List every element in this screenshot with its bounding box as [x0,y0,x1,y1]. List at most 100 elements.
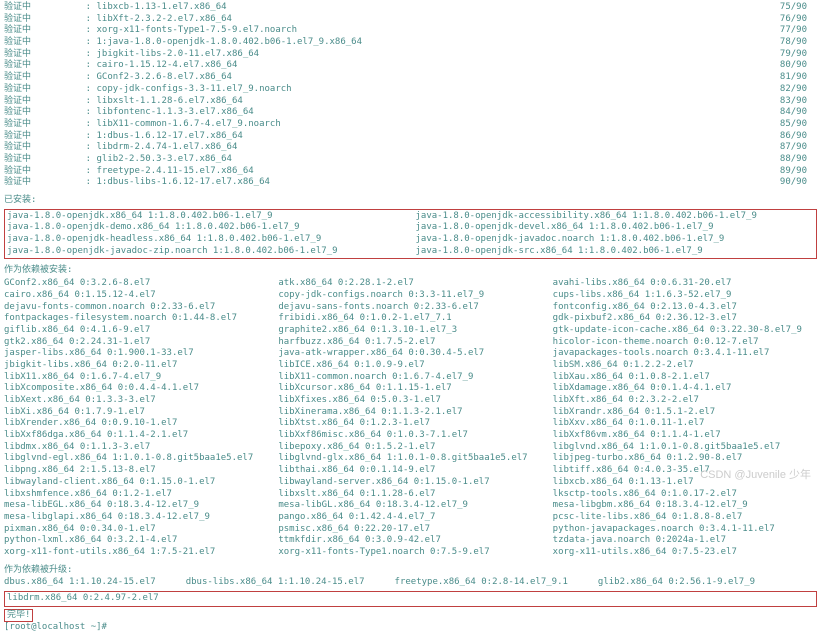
dep-item: jasper-libs.x86_64 0:1.900.1-33.el7 [4,348,268,360]
verify-row: 验证中 : 1:java-1.8.0-openjdk-1.8.0.402.b06… [4,37,817,49]
dep-item: python-javapackages.noarch 0:3.4.1-11.el… [553,524,817,536]
verify-row: 验证中 : cairo-1.15.12-4.el7.x86_6480/90 [4,60,817,72]
installed-item: java-1.8.0-openjdk-devel.x86_64 1:1.8.0.… [416,222,815,234]
dep-item: mesa-libGL.x86_64 0:18.3.4-12.el7_9 [278,500,542,512]
verify-row: 验证中 : jbigkit-libs-2.0-11.el7.x86_6479/9… [4,49,817,61]
dep-item: pango.x86_64 0:1.42.4-4.el7_7 [278,512,542,524]
dep-item: avahi-libs.x86_64 0:0.6.31-20.el7 [553,278,817,290]
upgraded-item: dbus-libs.x86_64 1:1.10.24-15.el7 [186,577,365,589]
verify-row: 验证中 : 1:dbus-1.6.12-17.el7.x86_6486/90 [4,131,817,143]
verify-row: 验证中 : libxcb-1.13-1.el7.x86_6475/90 [4,2,817,14]
dep-item: hicolor-icon-theme.noarch 0:0.12-7.el7 [553,337,817,349]
dep-item: dejavu-fonts-common.noarch 0:2.33-6.el7 [4,302,268,314]
dep-item: mesa-libglapi.x86_64 0:18.3.4-12.el7_9 [4,512,268,524]
dep-item: libepoxy.x86_64 0:1.5.2-1.el7 [278,442,542,454]
verify-row: 验证中 : glib2-2.50.3-3.el7.x86_6488/90 [4,154,817,166]
dep-item: jbigkit-libs.x86_64 0:2.0-11.el7 [4,360,268,372]
dep-item: libglvnd-egl.x86_64 1:1.0.1-0.8.git5baa1… [4,453,268,465]
verify-row: 验证中 : 1:dbus-libs-1.6.12-17.el7.x86_6490… [4,177,817,189]
dep-item: libXtst.x86_64 0:1.2.3-1.el7 [278,418,542,430]
dep-item: libXinerama.x86_64 0:1.1.3-2.1.el7 [278,407,542,419]
dep-item: libICE.x86_64 0:1.0.9-9.el7 [278,360,542,372]
dep-item: gtk-update-icon-cache.x86_64 0:3.22.30-8… [553,325,817,337]
upgraded-item: freetype.x86_64 0:2.8-14.el7_9.1 [395,577,568,589]
dep-item: harfbuzz.x86_64 0:1.7.5-2.el7 [278,337,542,349]
dep-item: pixman.x86_64 0:0.34.0-1.el7 [4,524,268,536]
dep-item: mesa-libgbm.x86_64 0:18.3.4-12.el7_9 [553,500,817,512]
dep-item: libglvnd.x86_64 1:1.0.1-0.8.git5baa1e5.e… [553,442,817,454]
upgraded-header: 作为依赖被升级: [4,565,817,577]
dep-item: libXext.x86_64 0:1.3.3-3.el7 [4,395,268,407]
dep-item: psmisc.x86_64 0:22.20-17.el7 [278,524,542,536]
installed-item: java-1.8.0-openjdk-src.x86_64 1:1.8.0.40… [416,246,815,258]
verify-row: 验证中 : libXft-2.3.2-2.el7.x86_6476/90 [4,14,817,26]
dep-item: libjpeg-turbo.x86_64 0:1.2.90-8.el7 [553,453,817,465]
dep-item: libXxf86vm.x86_64 0:1.1.4-1.el7 [553,430,817,442]
upgraded-box: libdrm.x86_64 0:2.4.97-2.el7 [4,591,817,607]
verify-row: 验证中 : copy-jdk-configs-3.3-11.el7_9.noar… [4,84,817,96]
installed-item: java-1.8.0-openjdk-accessibility.x86_64 … [416,211,815,223]
complete-label: 完毕! [4,609,33,623]
dep-item: xorg-x11-utils.x86_64 0:7.5-23.el7 [553,547,817,559]
shell-prompt[interactable]: [root@localhost ~]# [4,622,817,634]
verify-row: 验证中 : GConf2-3.2.6-8.el7.x86_6481/90 [4,72,817,84]
verify-row: 验证中 : libxslt-1.1.28-6.el7.x86_6483/90 [4,96,817,108]
dep-item: libXcomposite.x86_64 0:0.4.4-4.1.el7 [4,383,268,395]
dep-item: libxslt.x86_64 0:1.1.28-6.el7 [278,489,542,501]
dep-item: libwayland-server.x86_64 0:1.15.0-1.el7 [278,477,542,489]
dep-item: graphite2.x86_64 0:1.3.10-1.el7_3 [278,325,542,337]
verify-row: 验证中 : libdrm-2.4.74-1.el7.x86_6487/90 [4,142,817,154]
verify-row: 验证中 : libX11-common-1.6.7-4.el7_9.noarch… [4,119,817,131]
deps-header: 作为依赖被安装: [4,265,817,277]
dep-item: libpng.x86_64 2:1.5.13-8.el7 [4,465,268,477]
dep-item: libX11-common.noarch 0:1.6.7-4.el7_9 [278,372,542,384]
dep-item: pcsc-lite-libs.x86_64 0:1.8.8-8.el7 [553,512,817,524]
upgraded-line2: libdrm.x86_64 0:2.4.97-2.el7 [7,593,814,605]
dep-item: libXxf86misc.x86_64 0:1.0.3-7.1.el7 [278,430,542,442]
dep-item: libX11.x86_64 0:1.6.7-4.el7_9 [4,372,268,384]
dep-item: libthai.x86_64 0:0.1.14-9.el7 [278,465,542,477]
dep-item: giflib.x86_64 0:4.1.6-9.el7 [4,325,268,337]
dep-item: libXrender.x86_64 0:0.9.10-1.el7 [4,418,268,430]
dep-item: fontpackages-filesystem.noarch 0:1.44-8.… [4,313,268,325]
installed-item: java-1.8.0-openjdk.x86_64 1:1.8.0.402.b0… [7,211,406,223]
dep-item: dejavu-sans-fonts.noarch 0:2.33-6.el7 [278,302,542,314]
upgraded-item: dbus.x86_64 1:1.10.24-15.el7 [4,577,156,589]
verify-row: 验证中 : libfontenc-1.1.3-3.el7.x86_6484/90 [4,107,817,119]
dep-item: ttmkfdir.x86_64 0:3.0.9-42.el7 [278,535,542,547]
dep-item: cups-libs.x86_64 1:1.6.3-52.el7_9 [553,290,817,302]
dep-item: GConf2.x86_64 0:3.2.6-8.el7 [4,278,268,290]
verify-row: 验证中 : xorg-x11-fonts-Type1-7.5-9.el7.noa… [4,25,817,37]
dep-item: libXft.x86_64 0:2.3.2-2.el7 [553,395,817,407]
dep-item: xorg-x11-font-utils.x86_64 1:7.5-21.el7 [4,547,268,559]
installed-item: java-1.8.0-openjdk-demo.x86_64 1:1.8.0.4… [7,222,406,234]
dep-item: cairo.x86_64 0:1.15.12-4.el7 [4,290,268,302]
dep-item: libXcursor.x86_64 0:1.1.15-1.el7 [278,383,542,395]
dep-item: libwayland-client.x86_64 0:1.15.0-1.el7 [4,477,268,489]
dep-item: atk.x86_64 0:2.28.1-2.el7 [278,278,542,290]
dep-item: javapackages-tools.noarch 0:3.4.1-11.el7 [553,348,817,360]
deps-list: GConf2.x86_64 0:3.2.6-8.el7 atk.x86_64 0… [4,278,817,559]
dep-item: fribidi.x86_64 0:1.0.2-1.el7_7.1 [278,313,542,325]
dep-item: copy-jdk-configs.noarch 0:3.3-11.el7_9 [278,290,542,302]
dep-item: lksctp-tools.x86_64 0:1.0.17-2.el7 [553,489,817,501]
dep-item: gdk-pixbuf2.x86_64 0:2.36.12-3.el7 [553,313,817,325]
installed-item: java-1.8.0-openjdk-headless.x86_64 1:1.8… [7,234,406,246]
installed-header: 已安装: [4,195,817,207]
installed-item: java-1.8.0-openjdk-javadoc-zip.noarch 1:… [7,246,406,258]
dep-item: tzdata-java.noarch 0:2024a-1.el7 [553,535,817,547]
dep-item: libxshmfence.x86_64 0:1.2-1.el7 [4,489,268,501]
verify-section: 验证中 : libxcb-1.13-1.el7.x86_6475/90 验证中 … [4,2,817,189]
dep-item: libXau.x86_64 0:1.0.8-2.1.el7 [553,372,817,384]
dep-item: mesa-libEGL.x86_64 0:18.3.4-12.el7_9 [4,500,268,512]
dep-item: libglvnd-glx.x86_64 1:1.0.1-0.8.git5baa1… [278,453,542,465]
verify-row: 验证中 : freetype-2.4.11-15.el7.x86_6489/90 [4,166,817,178]
dep-item: python-lxml.x86_64 0:3.2.1-4.el7 [4,535,268,547]
upgraded-line1: dbus.x86_64 1:1.10.24-15.el7 dbus-libs.x… [4,577,817,589]
installed-item: java-1.8.0-openjdk-javadoc.noarch 1:1.8.… [416,234,815,246]
dep-item: libXrandr.x86_64 0:1.5.1-2.el7 [553,407,817,419]
installed-box: java-1.8.0-openjdk.x86_64 1:1.8.0.402.b0… [4,209,817,260]
dep-item: libXfixes.x86_64 0:5.0.3-1.el7 [278,395,542,407]
dep-item: libdmx.x86_64 0:1.1.3-3.el7 [4,442,268,454]
dep-item: libSM.x86_64 0:1.2.2-2.el7 [553,360,817,372]
